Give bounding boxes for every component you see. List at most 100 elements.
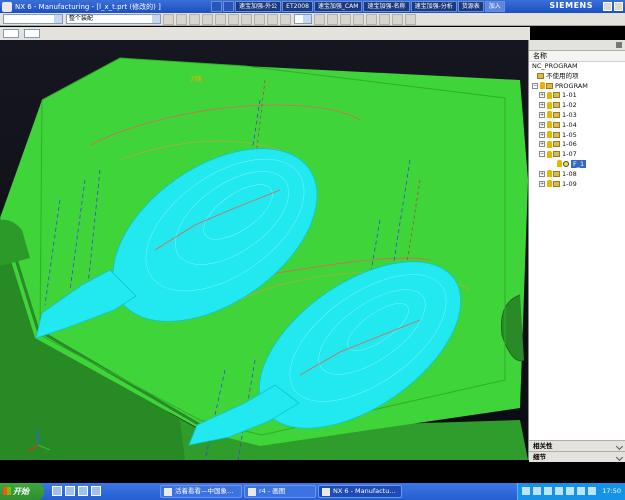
tab-sb-analysis[interactable]: 速宝加强-分析 xyxy=(410,1,457,12)
clock[interactable]: 17:50 xyxy=(602,483,621,500)
point-tool-icon[interactable] xyxy=(202,13,213,25)
selection-field-b[interactable] xyxy=(24,29,40,38)
control-point-icon[interactable] xyxy=(241,13,252,25)
section-icon[interactable] xyxy=(405,13,416,25)
expand-icon[interactable]: + xyxy=(539,111,545,118)
folder-icon xyxy=(553,151,560,158)
rotate-icon[interactable] xyxy=(340,13,351,25)
tree-program-label: PROGRAM xyxy=(555,81,588,90)
chevron-down-icon[interactable] xyxy=(303,15,311,23)
tree-item-label: F_1 xyxy=(571,159,587,168)
tree-program[interactable]: − PROGRAM xyxy=(529,82,625,92)
tree-root[interactable]: NC_PROGRAM xyxy=(529,62,625,72)
intersection-icon[interactable] xyxy=(254,13,265,25)
quadrant-icon[interactable] xyxy=(280,13,291,25)
tree-program-group[interactable]: +1-09 xyxy=(529,180,625,190)
minimize-button[interactable] xyxy=(603,2,612,11)
close-button[interactable] xyxy=(614,2,623,11)
column-header-name[interactable]: 名称 xyxy=(529,51,625,62)
show-desktop-icon[interactable] xyxy=(52,486,62,496)
tree-program-group[interactable]: +1-01 xyxy=(529,91,625,101)
tree-program-group[interactable]: − 1-07 xyxy=(529,150,625,160)
volume-icon[interactable] xyxy=(588,487,596,495)
graphics-viewport[interactable]: 刀路 xyxy=(0,40,528,460)
toolpath-annotation: 刀路 xyxy=(190,76,203,83)
tree-program-group[interactable]: +1-08 xyxy=(529,170,625,180)
filter-tool-icon[interactable] xyxy=(176,13,187,25)
toolbar-icon-b[interactable] xyxy=(223,1,234,12)
expand-icon[interactable]: + xyxy=(539,131,545,138)
expand-icon[interactable]: + xyxy=(539,170,545,177)
tab-join[interactable]: 加入 xyxy=(484,1,505,12)
expand-icon[interactable]: + xyxy=(539,121,545,128)
expand-icon[interactable]: + xyxy=(539,141,545,148)
tray-icon-1[interactable] xyxy=(522,487,530,495)
taskbar-item-chess-label: 活着看看—中国象… xyxy=(175,487,234,495)
dependencies-section[interactable]: 相关性 xyxy=(529,440,625,451)
start-button[interactable]: 开始 xyxy=(0,483,44,500)
wireframe-icon[interactable] xyxy=(379,13,390,25)
pan-icon[interactable] xyxy=(353,13,364,25)
chevron-down-icon[interactable] xyxy=(615,453,624,462)
key-icon xyxy=(547,180,552,188)
layer-combo[interactable] xyxy=(294,14,312,24)
details-section[interactable]: 细节 xyxy=(529,451,625,462)
expand-icon[interactable]: + xyxy=(539,92,545,99)
mid-point-icon[interactable] xyxy=(228,13,239,25)
fit-view-icon[interactable] xyxy=(314,13,325,25)
key-icon xyxy=(547,131,552,139)
zoom-icon[interactable] xyxy=(327,13,338,25)
taskbar-item-nx[interactable]: NX 6 - Manufactu… xyxy=(318,485,402,498)
ie-icon[interactable] xyxy=(65,486,75,496)
shaded-icon[interactable] xyxy=(366,13,377,25)
tree-program-group[interactable]: +1-06 xyxy=(529,140,625,150)
tray-icon-4[interactable] xyxy=(555,487,563,495)
tree-root-label: NC_PROGRAM xyxy=(532,62,578,70)
toolbar-icon-a[interactable] xyxy=(211,1,222,12)
tab-sb-waigong[interactable]: 速宝加强-外公 xyxy=(235,1,282,12)
window-title-bar[interactable]: NX 6 - Manufacturing - [l_x_t.prt (修改的) … xyxy=(0,0,625,13)
selection-field-a[interactable] xyxy=(3,29,19,38)
tab-sb-cam[interactable]: 速宝加强_CAM xyxy=(313,1,363,12)
operation-navigator: 名称 NC_PROGRAM 不使用的项 − PROGRAM +1-01 +1-02 +… xyxy=(528,40,625,462)
chevron-down-icon[interactable] xyxy=(54,15,62,23)
media-icon[interactable] xyxy=(78,486,88,496)
taskbar-item-paint[interactable]: r4 - 画图 xyxy=(244,485,316,498)
tray-icon-6[interactable] xyxy=(577,487,585,495)
tray-icon-2[interactable] xyxy=(533,487,541,495)
tree-program-group[interactable]: +1-03 xyxy=(529,111,625,121)
window-title: NX 6 - Manufacturing - [l_x_t.prt (修改的) … xyxy=(15,2,161,11)
taskbar-item-chess[interactable]: 活着看看—中国象… xyxy=(160,485,242,498)
chevron-down-icon[interactable] xyxy=(152,15,160,23)
tree-program-group[interactable]: +1-05 xyxy=(529,131,625,141)
tray-icon-5[interactable] xyxy=(566,487,574,495)
collapse-icon[interactable]: − xyxy=(539,151,545,158)
tray-icon-3[interactable] xyxy=(544,487,552,495)
tab-source-table[interactable]: 货源表 xyxy=(457,1,484,12)
folder-icon xyxy=(537,72,544,79)
explorer-icon[interactable] xyxy=(91,486,101,496)
custom-tabs: 速宝加强-外公 ET2008 速宝加强_CAM 速宝加强-名称 速宝加强-分析 … xyxy=(234,0,505,13)
end-point-icon[interactable] xyxy=(215,13,226,25)
snap-tool-icon[interactable] xyxy=(189,13,200,25)
mold-model-render xyxy=(0,40,528,460)
folder-icon xyxy=(553,131,560,138)
expand-icon[interactable]: + xyxy=(539,102,545,109)
tree-program-group[interactable]: +1-04 xyxy=(529,121,625,131)
collapse-icon[interactable]: − xyxy=(532,82,538,89)
pin-icon[interactable] xyxy=(616,42,622,48)
key-icon xyxy=(547,170,552,178)
tab-sb-name[interactable]: 速宝加强-名称 xyxy=(363,1,410,12)
tree-operation-selected[interactable]: F_1 xyxy=(529,159,625,170)
tree-item-label: 1-01 xyxy=(562,91,577,100)
chevron-down-icon[interactable] xyxy=(615,442,624,451)
center-icon[interactable] xyxy=(267,13,278,25)
select-tool-icon[interactable] xyxy=(163,13,174,25)
tab-et2008[interactable]: ET2008 xyxy=(282,1,313,12)
expand-icon[interactable]: + xyxy=(539,180,545,187)
type-filter-combo[interactable] xyxy=(3,14,63,24)
assembly-scope-combo[interactable]: 整个装配 xyxy=(66,14,161,24)
tree-unused[interactable]: 不使用的项 xyxy=(529,72,625,82)
tree-program-group[interactable]: +1-02 xyxy=(529,101,625,111)
ortho-view-icon[interactable] xyxy=(392,13,403,25)
